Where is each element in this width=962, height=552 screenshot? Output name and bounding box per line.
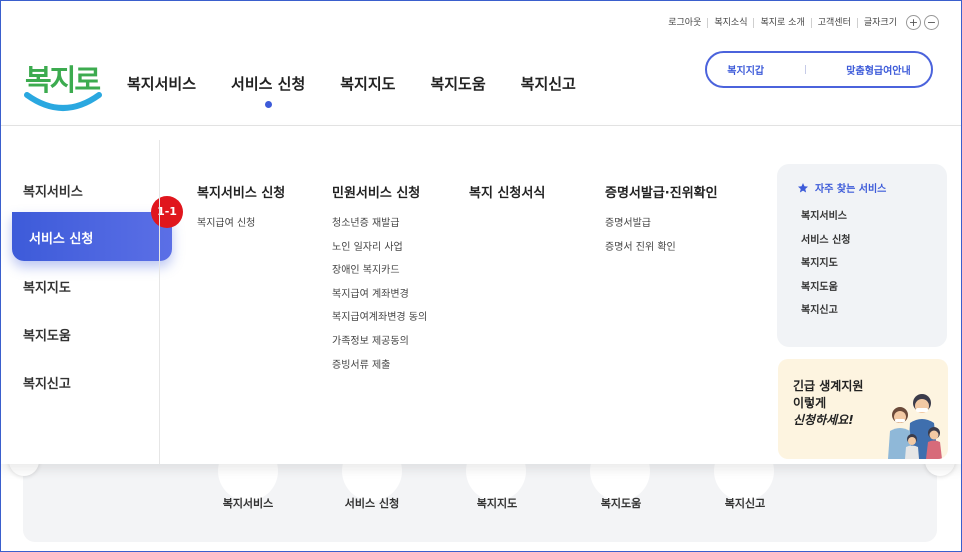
font-size-label: 글자크기 — [856, 17, 903, 28]
side-item-service-apply[interactable]: 서비스 신청 — [12, 212, 172, 261]
side-item-welfare-map[interactable]: 복지지도 — [23, 277, 71, 296]
banner-line: 긴급 생계지원 — [793, 379, 864, 393]
customer-center-link[interactable]: 고객센터 — [810, 17, 857, 28]
favorite-item[interactable]: 복지지도 — [801, 254, 947, 278]
menu-link[interactable]: 복지급여 계좌변경 — [332, 285, 427, 309]
gnb-welfare-service[interactable]: 복지서비스 — [127, 73, 196, 94]
favorite-item[interactable]: 복지신고 — [801, 301, 947, 325]
menu-link[interactable]: 복지급여계좌변경 동의 — [332, 308, 427, 332]
column-title[interactable]: 복지 신청서식 — [469, 182, 545, 201]
font-increase-button[interactable]: + — [906, 15, 921, 30]
favorite-item[interactable]: 복지도움 — [801, 278, 947, 302]
menu-link[interactable]: 가족정보 제공동의 — [332, 332, 427, 356]
column-apply-forms: 복지 신청서식 — [469, 182, 545, 201]
gnb-welfare-help[interactable]: 복지도움 — [430, 73, 485, 94]
logo-smile-icon — [24, 92, 102, 111]
favorite-item[interactable]: 복지서비스 — [801, 207, 947, 231]
family-illustration-icon — [888, 394, 942, 459]
side-item-welfare-service[interactable]: 복지서비스 — [23, 181, 83, 200]
column-list: 복지급여 신청 — [197, 214, 285, 238]
side-item-welfare-report[interactable]: 복지신고 — [23, 373, 71, 392]
side-item-welfare-help[interactable]: 복지도움 — [23, 325, 71, 344]
mega-menu: 복지서비스 서비스 신청 복지지도 복지도움 복지신고 1-1 복지서비스 신청… — [1, 126, 961, 464]
emergency-support-banner[interactable]: 긴급 생계지원 이렇게 신청하세요! — [778, 359, 948, 459]
banner-line: 이렇게 — [793, 396, 827, 410]
menu-link[interactable]: 청소년증 재발급 — [332, 214, 427, 238]
logout-link[interactable]: 로그아웃 — [662, 18, 707, 28]
quick-divider — [804, 65, 806, 74]
column-list: 증명서발급 증명서 진위 확인 — [605, 214, 718, 261]
font-decrease-button[interactable]: − — [924, 15, 939, 30]
shortcut-welfare-map[interactable]: 복지지도 — [477, 495, 517, 511]
menu-link[interactable]: 증명서 진위 확인 — [605, 238, 718, 262]
column-title[interactable]: 민원서비스 신청 — [332, 182, 427, 201]
column-title[interactable]: 증명서발급·진위확인 — [605, 182, 718, 201]
shortcut-service-apply[interactable]: 서비스 신청 — [345, 495, 399, 511]
gnb-welfare-report[interactable]: 복지신고 — [521, 73, 576, 94]
favorite-title-text: 자주 찾는 서비스 — [815, 184, 887, 195]
quick-links: 복지지갑 맞춤형급여안내 — [705, 51, 933, 88]
star-icon — [798, 182, 808, 192]
column-list: 청소년증 재발급 노인 일자리 사업 장애인 복지카드 복지급여 계좌변경 복지… — [332, 214, 427, 379]
welfare-news-link[interactable]: 복지소식 — [707, 17, 753, 28]
menu-link[interactable]: 증빙서류 제출 — [332, 356, 427, 380]
column-welfare-apply: 복지서비스 신청 복지급여 신청 — [197, 182, 285, 238]
favorite-list: 복지서비스 서비스 신청 복지지도 복지도움 복지신고 — [797, 207, 947, 325]
page-frame: 복지서비스 서비스 신청 복지지도 복지도움 복지신고 로그아웃 복지소식 복지… — [0, 0, 962, 552]
gnb-welfare-map[interactable]: 복지지도 — [340, 73, 395, 94]
shortcut-welfare-help[interactable]: 복지도움 — [601, 495, 641, 511]
menu-link[interactable]: 장애인 복지카드 — [332, 261, 427, 285]
shortcut-welfare-report[interactable]: 복지신고 — [725, 495, 765, 511]
about-link[interactable]: 복지로 소개 — [753, 17, 810, 28]
favorite-title: 자주 찾는 서비스 — [797, 180, 947, 195]
menu-link[interactable]: 복지급여 신청 — [197, 214, 285, 238]
gnb-service-apply[interactable]: 서비스 신청 — [231, 73, 305, 108]
column-civil-apply: 민원서비스 신청 청소년증 재발급 노인 일자리 사업 장애인 복지카드 복지급… — [332, 182, 427, 379]
mega-divider — [159, 140, 160, 464]
banner-line: 신청하세요! — [793, 413, 854, 427]
site-logo[interactable]: 복지로 — [23, 55, 103, 117]
column-certificates: 증명서발급·진위확인 증명서발급 증명서 진위 확인 — [605, 182, 718, 261]
global-nav: 복지서비스 서비스 신청 복지지도 복지도움 복지신고 — [127, 73, 611, 108]
welfare-wallet-link[interactable]: 복지지갑 — [727, 62, 764, 77]
favorite-services-box: 자주 찾는 서비스 복지서비스 서비스 신청 복지지도 복지도움 복지신고 — [777, 164, 947, 347]
menu-link[interactable]: 증명서발급 — [605, 214, 718, 238]
utility-bar: 로그아웃 복지소식 복지로 소개 고객센터 글자크기 + − — [662, 15, 939, 30]
shortcut-welfare-service[interactable]: 복지서비스 — [223, 495, 274, 511]
step-badge: 1-1 — [151, 196, 183, 228]
custom-benefit-link[interactable]: 맞춤형급여안내 — [846, 62, 910, 77]
column-title[interactable]: 복지서비스 신청 — [197, 182, 285, 201]
favorite-item[interactable]: 서비스 신청 — [801, 231, 947, 255]
menu-link[interactable]: 노인 일자리 사업 — [332, 238, 427, 262]
